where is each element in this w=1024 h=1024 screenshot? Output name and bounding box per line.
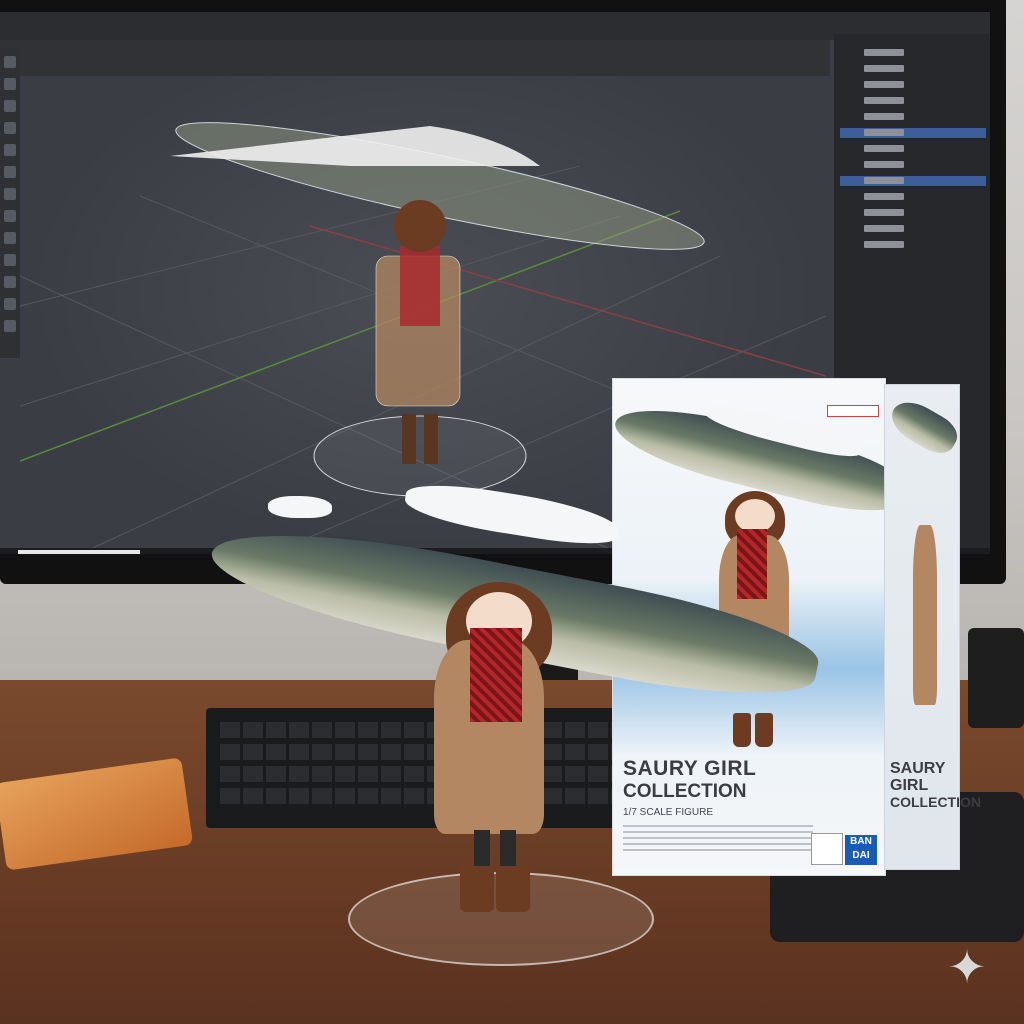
box-girl-face xyxy=(735,499,775,533)
tool-button[interactable] xyxy=(4,254,16,266)
outliner-row[interactable] xyxy=(840,80,986,90)
outliner-row-selected[interactable] xyxy=(840,128,986,138)
side-title-line1: SAURY GIRL xyxy=(890,760,946,794)
box-side-fish xyxy=(884,393,964,461)
wireframe-head xyxy=(394,200,446,252)
tool-button[interactable] xyxy=(4,188,16,200)
tool-button[interactable] xyxy=(4,144,16,156)
speaker xyxy=(968,628,1024,728)
box-side-title: SAURY GIRL COLLECTION xyxy=(890,760,981,810)
figure-scarf xyxy=(470,628,522,722)
outliner-row[interactable] xyxy=(840,48,986,58)
box-girl-scarf xyxy=(737,529,767,599)
y-axis-line xyxy=(19,210,681,462)
box-girl-boot xyxy=(755,713,773,747)
tool-button[interactable] xyxy=(4,320,16,332)
outliner-row[interactable] xyxy=(840,64,986,74)
tool-button[interactable] xyxy=(4,210,16,222)
wireframe-base xyxy=(313,415,527,497)
outliner-row[interactable] xyxy=(840,208,986,218)
outliner-row[interactable] xyxy=(840,112,986,122)
outliner-row[interactable] xyxy=(840,160,986,170)
box-title: SAURY GIRL xyxy=(623,757,757,780)
figure-boot-left xyxy=(460,866,494,912)
tool-button[interactable] xyxy=(4,122,16,134)
tool-button[interactable] xyxy=(4,100,16,112)
wireframe-leg-right xyxy=(424,414,438,464)
outliner-row[interactable] xyxy=(840,240,986,250)
outliner-row[interactable] xyxy=(840,192,986,202)
tool-button[interactable] xyxy=(4,56,16,68)
tool-button[interactable] xyxy=(4,78,16,90)
outliner-row[interactable] xyxy=(840,224,986,234)
wireframe-leg-left xyxy=(402,414,416,464)
key-row xyxy=(220,722,612,738)
keyboard xyxy=(206,708,626,828)
key-row xyxy=(220,766,612,782)
tool-button[interactable] xyxy=(4,232,16,244)
sparkle-icon: ✦ xyxy=(947,941,987,993)
tool-button[interactable] xyxy=(4,298,16,310)
key-row xyxy=(220,744,612,760)
taskbar-search-input[interactable] xyxy=(18,550,140,554)
box-corner-label xyxy=(827,405,879,417)
wireframe-scarf xyxy=(400,246,440,326)
box-subtitle: COLLECTION xyxy=(623,781,747,802)
box-fineprint xyxy=(623,825,813,855)
wireframe-fish xyxy=(175,122,705,250)
outliner-row[interactable] xyxy=(840,144,986,154)
tool-button[interactable] xyxy=(4,276,16,288)
tool-button[interactable] xyxy=(4,166,16,178)
box-scale-label: 1/7 SCALE FIGURE xyxy=(623,807,714,818)
outliner-row-selected[interactable] xyxy=(840,176,986,186)
bandai-logo: BAN DAI xyxy=(845,835,877,865)
figure-snow-small xyxy=(268,496,332,518)
tool-shelf xyxy=(0,48,20,358)
figure-boot-right xyxy=(496,866,530,912)
viewport-header[interactable] xyxy=(0,40,830,76)
outliner-row[interactable] xyxy=(840,96,986,106)
crab-logo xyxy=(811,833,843,865)
box-side-girl xyxy=(913,525,937,705)
key-row xyxy=(220,788,612,804)
box-girl-boot xyxy=(733,713,751,747)
side-title-line2: COLLECTION xyxy=(890,794,981,810)
